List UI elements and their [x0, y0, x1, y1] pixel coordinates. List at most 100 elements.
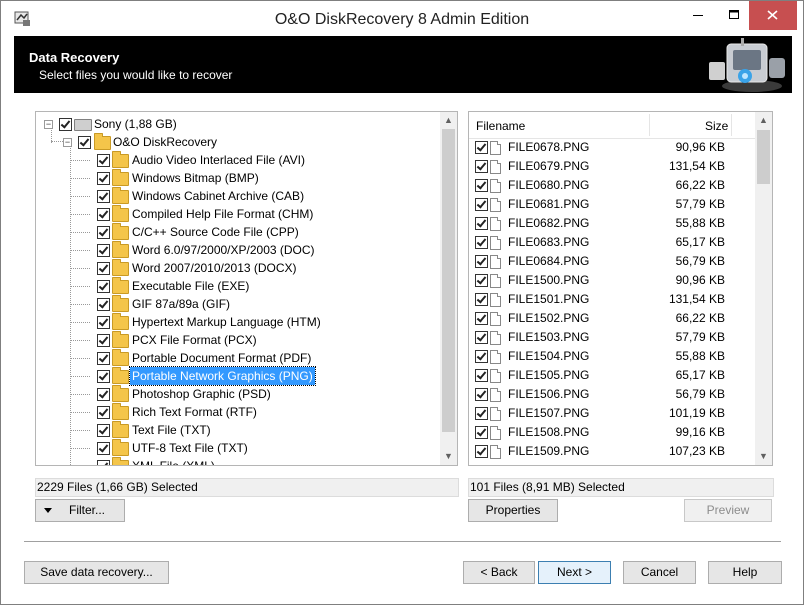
file-row[interactable]: FILE0684.PNG 56,79 KB: [469, 252, 755, 271]
cancel-button[interactable]: Cancel: [623, 561, 696, 584]
item-checkbox[interactable]: [97, 388, 110, 401]
item-checkbox[interactable]: [97, 280, 110, 293]
node-checkbox[interactable]: [78, 136, 91, 149]
item-checkbox[interactable]: [97, 244, 110, 257]
item-checkbox[interactable]: [97, 406, 110, 419]
file-checkbox[interactable]: [475, 236, 488, 249]
save-data-recovery-button[interactable]: Save data recovery...: [24, 561, 169, 584]
help-button[interactable]: Help: [708, 561, 782, 584]
tree-item[interactable]: Windows Bitmap (BMP): [36, 169, 436, 187]
scroll-up-icon[interactable]: ▲: [440, 112, 457, 129]
file-row[interactable]: FILE1501.PNG 131,54 KB: [469, 290, 755, 309]
item-checkbox[interactable]: [97, 370, 110, 383]
item-checkbox[interactable]: [97, 172, 110, 185]
preview-button[interactable]: Preview: [684, 499, 772, 522]
file-row[interactable]: FILE0681.PNG 57,79 KB: [469, 195, 755, 214]
tree-item[interactable]: GIF 87a/89a (GIF): [36, 295, 436, 313]
file-checkbox[interactable]: [475, 407, 488, 420]
tree-node-oo-diskrecovery[interactable]: − O&O DiskRecovery: [36, 133, 436, 151]
file-row[interactable]: FILE0683.PNG 65,17 KB: [469, 233, 755, 252]
file-row[interactable]: FILE1505.PNG 65,17 KB: [469, 366, 755, 385]
tree-item[interactable]: Compiled Help File Format (CHM): [36, 205, 436, 223]
tree-item[interactable]: XML File (XML): [36, 457, 436, 465]
file-checkbox[interactable]: [475, 198, 488, 211]
file-row[interactable]: FILE1506.PNG 56,79 KB: [469, 385, 755, 404]
tree-item[interactable]: Word 2007/2010/2013 (DOCX): [36, 259, 436, 277]
tree-item-selected[interactable]: Portable Network Graphics (PNG): [36, 366, 436, 386]
file-checkbox[interactable]: [475, 312, 488, 325]
file-row[interactable]: FILE1508.PNG 99,16 KB: [469, 423, 755, 442]
file-checkbox[interactable]: [475, 388, 488, 401]
tree-item[interactable]: Windows Cabinet Archive (CAB): [36, 187, 436, 205]
file-row[interactable]: FILE0679.PNG 131,54 KB: [469, 157, 755, 176]
tree-item[interactable]: Text File (TXT): [36, 421, 436, 439]
file-checkbox[interactable]: [475, 274, 488, 287]
file-row[interactable]: FILE1509.PNG 107,23 KB: [469, 442, 755, 461]
item-checkbox[interactable]: [97, 424, 110, 437]
file-list-scrollbar[interactable]: ▲ ▼: [755, 112, 772, 465]
properties-button[interactable]: Properties: [468, 499, 558, 522]
tree-scrollbar[interactable]: ▲ ▼: [440, 112, 457, 465]
file-row[interactable]: FILE1503.PNG 57,79 KB: [469, 328, 755, 347]
filter-button[interactable]: Filter...: [35, 499, 125, 522]
scroll-up-icon[interactable]: ▲: [755, 112, 772, 129]
file-row[interactable]: FILE1502.PNG 66,22 KB: [469, 309, 755, 328]
file-checkbox[interactable]: [475, 255, 488, 268]
file-row[interactable]: FILE1500.PNG 90,96 KB: [469, 271, 755, 290]
file-checkbox[interactable]: [475, 331, 488, 344]
file-row[interactable]: FILE0680.PNG 66,22 KB: [469, 176, 755, 195]
tree-item[interactable]: Word 6.0/97/2000/XP/2003 (DOC): [36, 241, 436, 259]
tree-item[interactable]: Rich Text Format (RTF): [36, 403, 436, 421]
tree-item[interactable]: C/C++ Source Code File (CPP): [36, 223, 436, 241]
file-checkbox[interactable]: [475, 293, 488, 306]
size-column-header[interactable]: Size: [705, 119, 728, 133]
item-checkbox[interactable]: [97, 352, 110, 365]
file-list-scroll-thumb[interactable]: [757, 130, 770, 184]
tree-node-drive[interactable]: − Sony (1,88 GB): [36, 115, 436, 133]
item-checkbox[interactable]: [97, 208, 110, 221]
tree-item[interactable]: Hypertext Markup Language (HTM): [36, 313, 436, 331]
close-button[interactable]: [749, 1, 797, 30]
tree-item[interactable]: Photoshop Graphic (PSD): [36, 385, 436, 403]
file-checkbox[interactable]: [475, 369, 488, 382]
file-checkbox[interactable]: [475, 426, 488, 439]
file-checkbox[interactable]: [475, 445, 488, 458]
item-checkbox[interactable]: [97, 316, 110, 329]
file-checkbox[interactable]: [475, 141, 488, 154]
collapse-icon[interactable]: −: [63, 138, 72, 147]
item-checkbox[interactable]: [97, 226, 110, 239]
scroll-down-icon[interactable]: ▼: [440, 448, 457, 465]
drive-checkbox[interactable]: [59, 118, 72, 131]
item-checkbox[interactable]: [97, 334, 110, 347]
file-checkbox[interactable]: [475, 179, 488, 192]
item-checkbox[interactable]: [97, 442, 110, 455]
back-button[interactable]: < Back: [463, 561, 535, 584]
file-checkbox[interactable]: [475, 160, 488, 173]
minimize-button[interactable]: [675, 1, 721, 30]
tree-item[interactable]: Executable File (EXE): [36, 277, 436, 295]
file-row[interactable]: FILE0678.PNG 90,96 KB: [469, 138, 755, 157]
maximize-button[interactable]: [721, 1, 749, 30]
tree-item[interactable]: PCX File Format (PCX): [36, 331, 436, 349]
next-button[interactable]: Next >: [538, 561, 611, 584]
item-checkbox[interactable]: [97, 298, 110, 311]
file-name: FILE0683.PNG: [508, 235, 590, 249]
item-checkbox[interactable]: [97, 190, 110, 203]
collapse-icon[interactable]: −: [44, 120, 53, 129]
item-checkbox[interactable]: [97, 262, 110, 275]
tree-item[interactable]: UTF-8 Text File (TXT): [36, 439, 436, 457]
scroll-down-icon[interactable]: ▼: [755, 448, 772, 465]
file-checkbox[interactable]: [475, 350, 488, 363]
file-checkbox[interactable]: [475, 217, 488, 230]
item-checkbox[interactable]: [97, 154, 110, 167]
file-row[interactable]: FILE1507.PNG 101,19 KB: [469, 404, 755, 423]
item-checkbox[interactable]: [97, 460, 110, 465]
tree-item[interactable]: Audio Video Interlaced File (AVI): [36, 151, 436, 169]
filename-column-header[interactable]: Filename: [476, 119, 525, 133]
tree-scroll-thumb[interactable]: [442, 129, 455, 432]
tree-item[interactable]: Portable Document Format (PDF): [36, 349, 436, 367]
file-type-tree[interactable]: − Sony (1,88 GB) − O&O DiskRecovery Audi…: [35, 111, 458, 466]
file-row[interactable]: FILE0682.PNG 55,88 KB: [469, 214, 755, 233]
file-row[interactable]: FILE1504.PNG 55,88 KB: [469, 347, 755, 366]
file-list[interactable]: Filename Size FILE0678.PNG 90,96 KB FILE0…: [468, 111, 773, 466]
